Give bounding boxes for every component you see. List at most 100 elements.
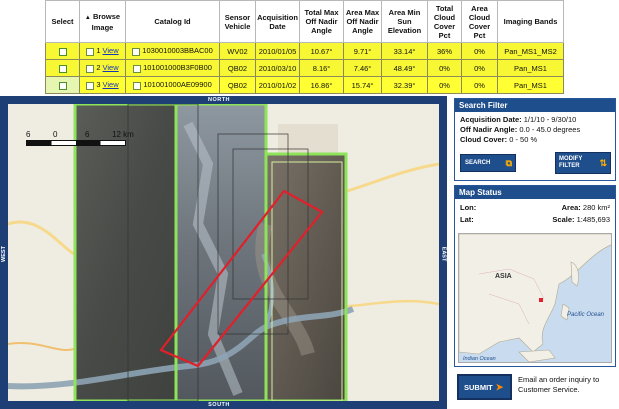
date-cell: 2010/03/10 (255, 59, 300, 77)
col-catalog[interactable]: Catalog Id (125, 0, 220, 43)
date-cell: 2010/01/02 (255, 76, 300, 94)
asia-label: ASIA (495, 273, 512, 280)
pan-south-button[interactable]: SOUTH (190, 401, 248, 409)
total-cloud-cell: 0% (427, 59, 462, 77)
bands-cell: Pan_MS1 (497, 59, 564, 77)
cloud-cover-label: Cloud Cover: (460, 135, 508, 144)
col-browse[interactable]: ▲ Browse Image (79, 0, 126, 43)
date-cell: 2010/01/05 (255, 42, 300, 60)
scale-label: 6 (26, 130, 31, 139)
submit-description: Email an order inquiry to Customer Servi… (518, 375, 600, 394)
area-off-nadir-cell: 15.74° (343, 76, 382, 94)
search-button-label: SEARCH (465, 160, 491, 166)
lon-label: Lon: (460, 203, 477, 212)
search-filter-panel: Search Filter Acquisition Date: 1/1/10 -… (454, 98, 616, 181)
scale-label: 12 km (112, 130, 134, 139)
modify-filter-label: FILTER (559, 163, 580, 169)
select-checkbox[interactable] (58, 47, 67, 56)
pan-west-label: WEST (1, 246, 8, 262)
overview-map-image: ASIA Pacific Ocean Indian Ocean (459, 234, 611, 362)
acq-date-label: Acquisition Date: (460, 115, 522, 124)
pacific-label: Pacific Ocean (567, 312, 605, 318)
table-row-selected: 3 View 101001000AE09900 QB02 2010/01/02 1… (45, 76, 564, 94)
cloud-cover-value: 0 - 50 % (509, 135, 538, 144)
catalog-checkbox[interactable] (133, 81, 142, 90)
row-number: 1 (96, 46, 101, 56)
area-off-nadir-cell: 9.71° (343, 42, 382, 60)
sun-elev-cell: 32.39° (381, 76, 428, 94)
submit-button-label: SUBMIT (464, 382, 493, 392)
sensor-cell: WV02 (219, 42, 256, 60)
browse-checkbox[interactable] (86, 64, 95, 73)
sensor-cell: QB02 (219, 76, 256, 94)
col-total-off-nadir[interactable]: Total Max Off Nadir Angle (299, 0, 344, 43)
panel-title: Search Filter (455, 99, 615, 112)
view-link[interactable]: View (103, 46, 119, 55)
col-total-cloud[interactable]: Total Cloud Cover Pct (427, 0, 462, 43)
lat-label: Lat: (460, 215, 474, 224)
filter-arrows-icon: ⇅ (599, 157, 607, 168)
submit-button[interactable]: SUBMIT ➤ (457, 374, 512, 400)
image-strip (75, 104, 176, 401)
indian-label: Indian Ocean (463, 356, 496, 362)
sun-elev-cell: 48.49° (381, 59, 428, 77)
off-nadir-label: Off Nadir Angle: (460, 125, 518, 134)
map-canvas[interactable]: 6 0 6 12 km (8, 104, 439, 401)
pan-west-button[interactable]: WEST (0, 224, 8, 284)
area-cloud-cell: 0% (461, 42, 498, 60)
select-checkbox[interactable] (58, 81, 67, 90)
scale-label: 0 (53, 130, 58, 139)
bands-cell: Pan_MS1 (497, 76, 564, 94)
modify-filter-label: MODIFY (559, 156, 583, 162)
area-value: 280 km² (582, 203, 610, 212)
col-bands[interactable]: Imaging Bands (497, 0, 564, 43)
map-image (8, 104, 439, 401)
submit-section: SUBMIT ➤ Email an order inquiry to Custom… (454, 371, 616, 405)
col-sensor[interactable]: Sensor Vehicle (219, 0, 256, 43)
table-header-row: Select ▲ Browse Image Catalog Id Sensor … (45, 0, 564, 43)
scale-bar-graphic (26, 140, 126, 146)
total-off-nadir-cell: 10.67° (299, 42, 344, 60)
area-label: Area: (561, 203, 581, 212)
table-row: 1 View 1030010003BBAC00 WV02 2010/01/05 1… (45, 42, 564, 60)
select-checkbox[interactable] (58, 64, 67, 73)
search-button[interactable]: SEARCH ⧉ (460, 154, 516, 172)
pan-north-button[interactable]: NORTH (190, 96, 248, 104)
col-sun-elev[interactable]: Area Min Sun Elevation (381, 0, 428, 43)
modify-filter-button[interactable]: MODIFY FILTER ⇅ (555, 152, 611, 174)
view-link[interactable]: View (103, 63, 119, 72)
location-marker (539, 298, 543, 302)
pan-east-label: EAST (440, 246, 447, 262)
total-cloud-cell: 36% (427, 42, 462, 60)
browse-checkbox[interactable] (86, 47, 95, 56)
view-link[interactable]: View (103, 80, 119, 89)
catalog-checkbox[interactable] (132, 47, 141, 56)
total-cloud-cell: 0% (427, 76, 462, 94)
sun-elev-cell: 33.14° (381, 42, 428, 60)
total-off-nadir-cell: 16.86° (299, 76, 344, 94)
pan-east-button[interactable]: EAST (439, 224, 447, 284)
catalog-checkbox[interactable] (133, 64, 142, 73)
table-row: 2 View 101001000B3F0B00 QB02 2010/03/10 8… (45, 59, 564, 77)
arrow-right-icon: ➤ (495, 381, 504, 392)
col-area-off-nadir[interactable]: Area Max Off Nadir Angle (343, 0, 382, 43)
area-cloud-cell: 0% (461, 59, 498, 77)
area-off-nadir-cell: 7.46° (343, 59, 382, 77)
row-number: 3 (96, 80, 101, 90)
overview-map[interactable]: ASIA Pacific Ocean Indian Ocean (458, 233, 612, 363)
catalog-id: 1030010003BBAC00 (142, 46, 213, 56)
total-off-nadir-cell: 8.16° (299, 59, 344, 77)
catalog-id: 101001000AE09900 (143, 80, 212, 90)
col-acq-date[interactable]: Acquisition Date (255, 0, 300, 43)
scale-bar: 6 0 6 12 km (26, 130, 136, 146)
sort-arrow-icon[interactable]: ▲ (85, 15, 91, 21)
search-icon: ⧉ (505, 157, 512, 168)
col-select: Select (45, 0, 80, 43)
bands-cell: Pan_MS1_MS2 (497, 42, 564, 60)
page-root: Select ▲ Browse Image Catalog Id Sensor … (0, 0, 619, 409)
browse-checkbox[interactable] (86, 81, 95, 90)
col-area-cloud[interactable]: Area Cloud Cover Pct (461, 0, 498, 43)
col-browse-label: Browse Image (91, 11, 121, 32)
map-frame: NORTH SOUTH WEST EAST 6 0 6 12 km (0, 96, 447, 409)
scale-value: 1:485,693 (576, 215, 610, 224)
